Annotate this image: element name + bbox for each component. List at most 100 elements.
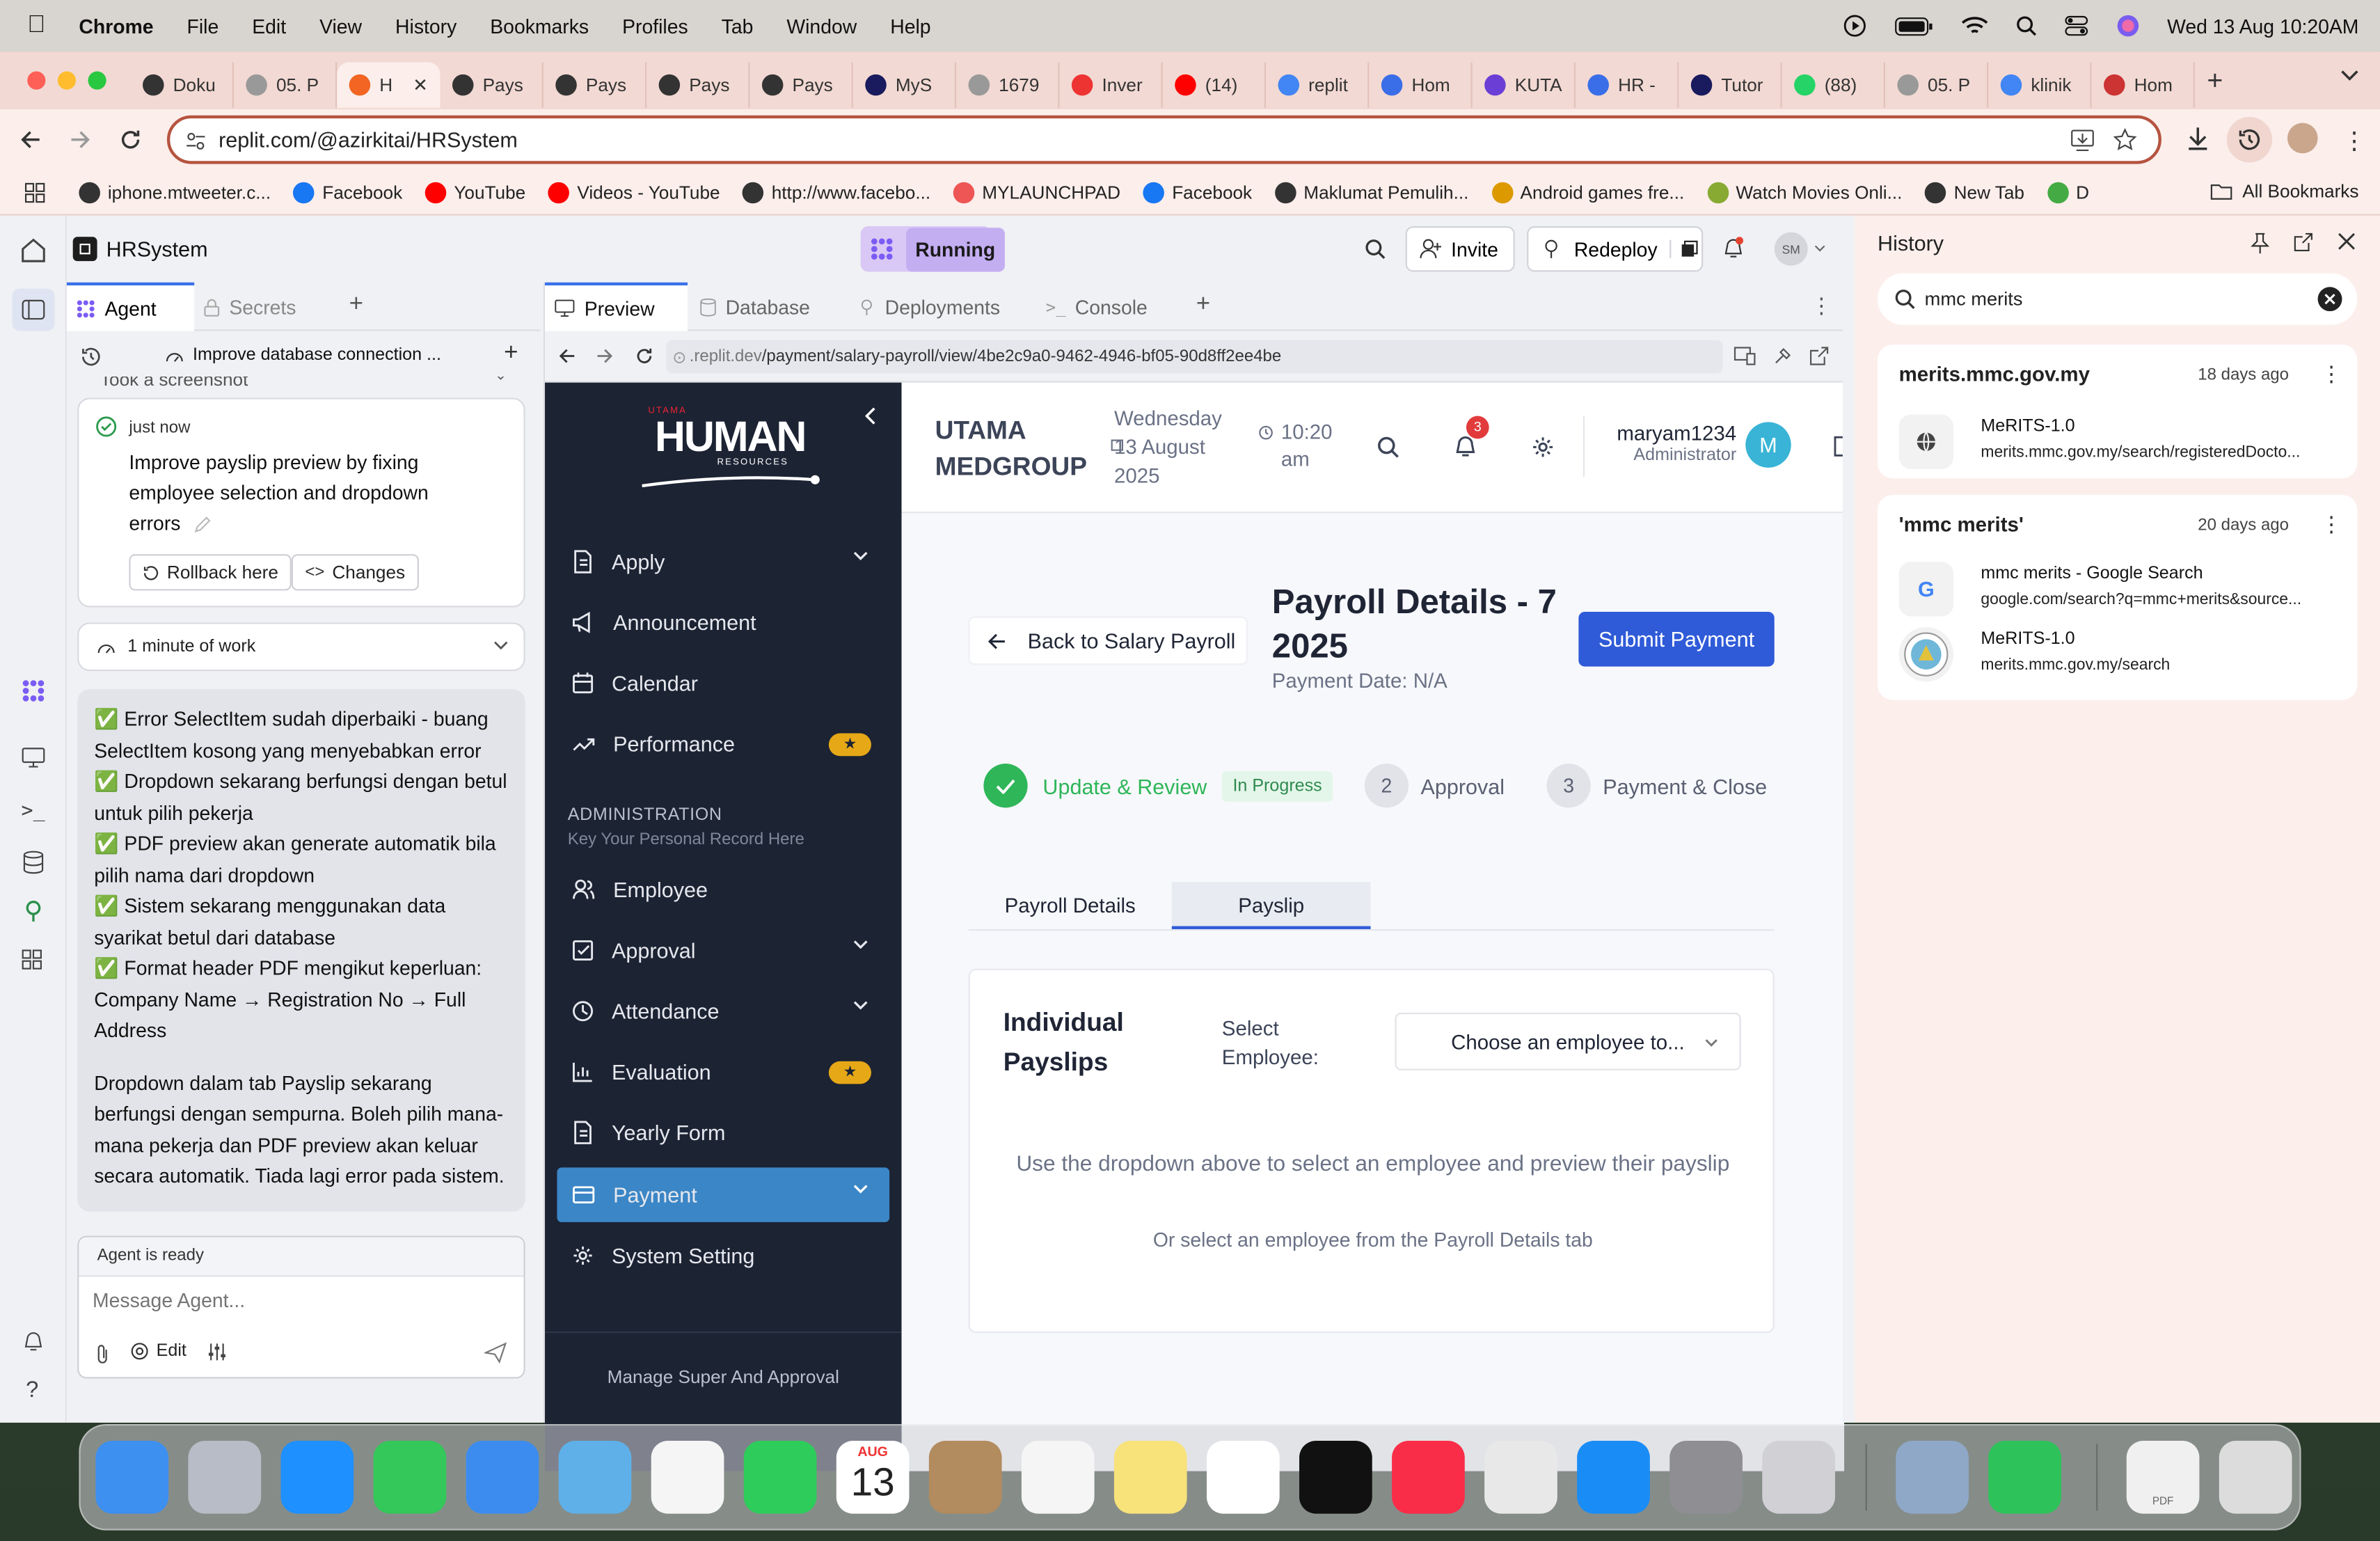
menu-bookmarks[interactable]: Bookmarks: [490, 15, 589, 38]
thread-history-icon[interactable]: [81, 346, 102, 368]
browser-tab[interactable]: KUTA: [1473, 62, 1576, 108]
new-thread-button[interactable]: +: [504, 340, 518, 368]
nav-employee[interactable]: Employee: [557, 862, 889, 917]
alerts-rail-icon[interactable]: [22, 1329, 46, 1353]
browser-tab[interactable]: (88): [1782, 62, 1885, 108]
browser-tab[interactable]: klinik: [1988, 62, 2092, 108]
messages-icon[interactable]: [373, 1441, 447, 1514]
more-options-icon[interactable]: ⋮: [2321, 361, 2342, 387]
launchpad-icon[interactable]: [188, 1441, 262, 1514]
apple-icon[interactable]: : [27, 12, 45, 39]
menu-tab[interactable]: Tab: [722, 15, 754, 38]
tab-search-icon[interactable]: [2340, 70, 2358, 81]
nav-approval[interactable]: Approval: [557, 923, 889, 978]
expand-icon[interactable]: [493, 641, 509, 651]
step-approval[interactable]: 2 Approval: [1364, 764, 1505, 808]
chevron-icon[interactable]: ⌄: [494, 377, 507, 384]
nav-system-setting[interactable]: System Setting: [557, 1228, 889, 1283]
chrome-icon[interactable]: [1484, 1441, 1557, 1514]
header-avatar[interactable]: M: [1745, 422, 1791, 468]
header-search-icon[interactable]: [1377, 436, 1399, 459]
edit-mode-button[interactable]: Edit: [131, 1342, 187, 1360]
photos-icon[interactable]: [651, 1441, 724, 1514]
history-toolbar-icon[interactable]: [2226, 116, 2273, 163]
add-tab-button[interactable]: +: [349, 292, 363, 319]
close-tab-icon[interactable]: ✕: [413, 74, 428, 96]
step-update-review[interactable]: Update & Review In Progress: [983, 764, 1333, 808]
bookmark-star-icon[interactable]: [2113, 127, 2137, 152]
submit-payment-button[interactable]: Submit Payment: [1578, 612, 1775, 667]
browser-tab[interactable]: Pays: [646, 62, 750, 108]
attach-icon[interactable]: [94, 1343, 111, 1365]
all-tools-rail-icon[interactable]: [22, 949, 43, 970]
minimize-window-button[interactable]: [57, 71, 77, 90]
pencil-icon[interactable]: [192, 516, 210, 534]
clear-search-icon[interactable]: [2317, 287, 2342, 312]
message-input[interactable]: [93, 1288, 502, 1312]
browser-tab[interactable]: Pays: [441, 62, 544, 108]
open-in-tab-icon[interactable]: [2294, 232, 2313, 252]
close-panel-icon[interactable]: [2338, 232, 2356, 251]
history-search[interactable]: mmc merits: [1878, 273, 2358, 325]
nav-yearly-form[interactable]: Yearly Form: [557, 1105, 889, 1160]
calendar-icon[interactable]: AUG 13: [836, 1441, 910, 1514]
menu-view[interactable]: View: [319, 15, 362, 38]
agent-rail-icon[interactable]: [22, 679, 46, 703]
tab-preview[interactable]: Preview: [545, 282, 688, 331]
redeploy-button[interactable]: Redeploy: [1527, 226, 1704, 272]
reload-icon[interactable]: [118, 127, 143, 152]
bookmark-item[interactable]: MYLAUNCHPAD: [953, 181, 1120, 203]
back-icon[interactable]: [18, 127, 42, 152]
nav-attendance[interactable]: Attendance: [557, 983, 889, 1038]
preview-rail-icon[interactable]: [22, 747, 46, 768]
menu-profiles[interactable]: Profiles: [622, 15, 688, 38]
tab-deployments[interactable]: Deployments: [857, 283, 1000, 331]
pdf-file-icon[interactable]: PDF: [2126, 1441, 2200, 1514]
menu-file[interactable]: File: [187, 15, 219, 38]
project-name[interactable]: HRSystem: [106, 237, 208, 261]
profile-avatar[interactable]: [2287, 123, 2318, 154]
header-settings-icon[interactable]: [1532, 436, 1555, 459]
pin-icon[interactable]: [2251, 232, 2269, 254]
facetime-icon[interactable]: [743, 1441, 817, 1514]
play-icon[interactable]: [1842, 14, 1866, 38]
bookmark-item[interactable]: http://www.facebo...: [743, 181, 930, 203]
bookmark-item[interactable]: Facebook: [293, 181, 402, 203]
freeform-icon[interactable]: [1206, 1441, 1280, 1514]
employee-select[interactable]: Choose an employee to...: [1395, 1012, 1741, 1070]
iphone-mirroring-icon[interactable]: [1762, 1441, 1835, 1514]
tab-database[interactable]: Database: [699, 283, 810, 331]
deploy-rail-icon[interactable]: [22, 899, 46, 923]
shell-rail-icon[interactable]: >_: [22, 800, 45, 823]
preview-icon[interactable]: [1896, 1441, 1969, 1514]
step-payment-close[interactable]: 3 Payment & Close: [1546, 764, 1767, 808]
browser-tab[interactable]: 05. P: [234, 62, 338, 108]
pane-scrollbar[interactable]: [1842, 282, 1855, 1423]
browser-tab[interactable]: H ✕: [337, 62, 441, 108]
menu-help[interactable]: Help: [890, 15, 930, 38]
workspace-toggle-icon[interactable]: [12, 288, 55, 331]
collapse-sidebar-icon[interactable]: [865, 407, 877, 425]
search-icon[interactable]: [1365, 238, 1386, 260]
tab-console[interactable]: >_ Console: [1046, 283, 1148, 331]
install-app-icon[interactable]: [2070, 129, 2095, 152]
siri-icon[interactable]: [2116, 14, 2140, 38]
browser-tab[interactable]: Hom: [1369, 62, 1473, 108]
zoom-window-button[interactable]: [88, 71, 106, 90]
history-entry[interactable]: G mmc merits - Google Search google.com/…: [1898, 562, 2340, 617]
appstore-icon[interactable]: [1577, 1441, 1650, 1514]
download-icon[interactable]: [2186, 126, 2210, 152]
browser-tab[interactable]: 05. P: [1885, 62, 1989, 108]
browser-tab[interactable]: Tutor: [1679, 62, 1782, 108]
nav-payment[interactable]: Payment: [557, 1167, 890, 1222]
finder-icon[interactable]: [95, 1441, 169, 1514]
bookmark-item[interactable]: Android games fre...: [1491, 181, 1684, 203]
chrome-menu-icon[interactable]: ⋮: [2342, 126, 2366, 157]
tv-icon[interactable]: [1299, 1441, 1372, 1514]
tab-agent[interactable]: Agent: [66, 282, 195, 331]
numbers-icon[interactable]: [1988, 1441, 2061, 1514]
browser-tab[interactable]: Hom: [2092, 62, 2195, 108]
more-options-icon[interactable]: ⋮: [2321, 512, 2342, 537]
reminders-icon[interactable]: [1021, 1441, 1095, 1514]
bookmark-item[interactable]: Facebook: [1143, 181, 1252, 203]
